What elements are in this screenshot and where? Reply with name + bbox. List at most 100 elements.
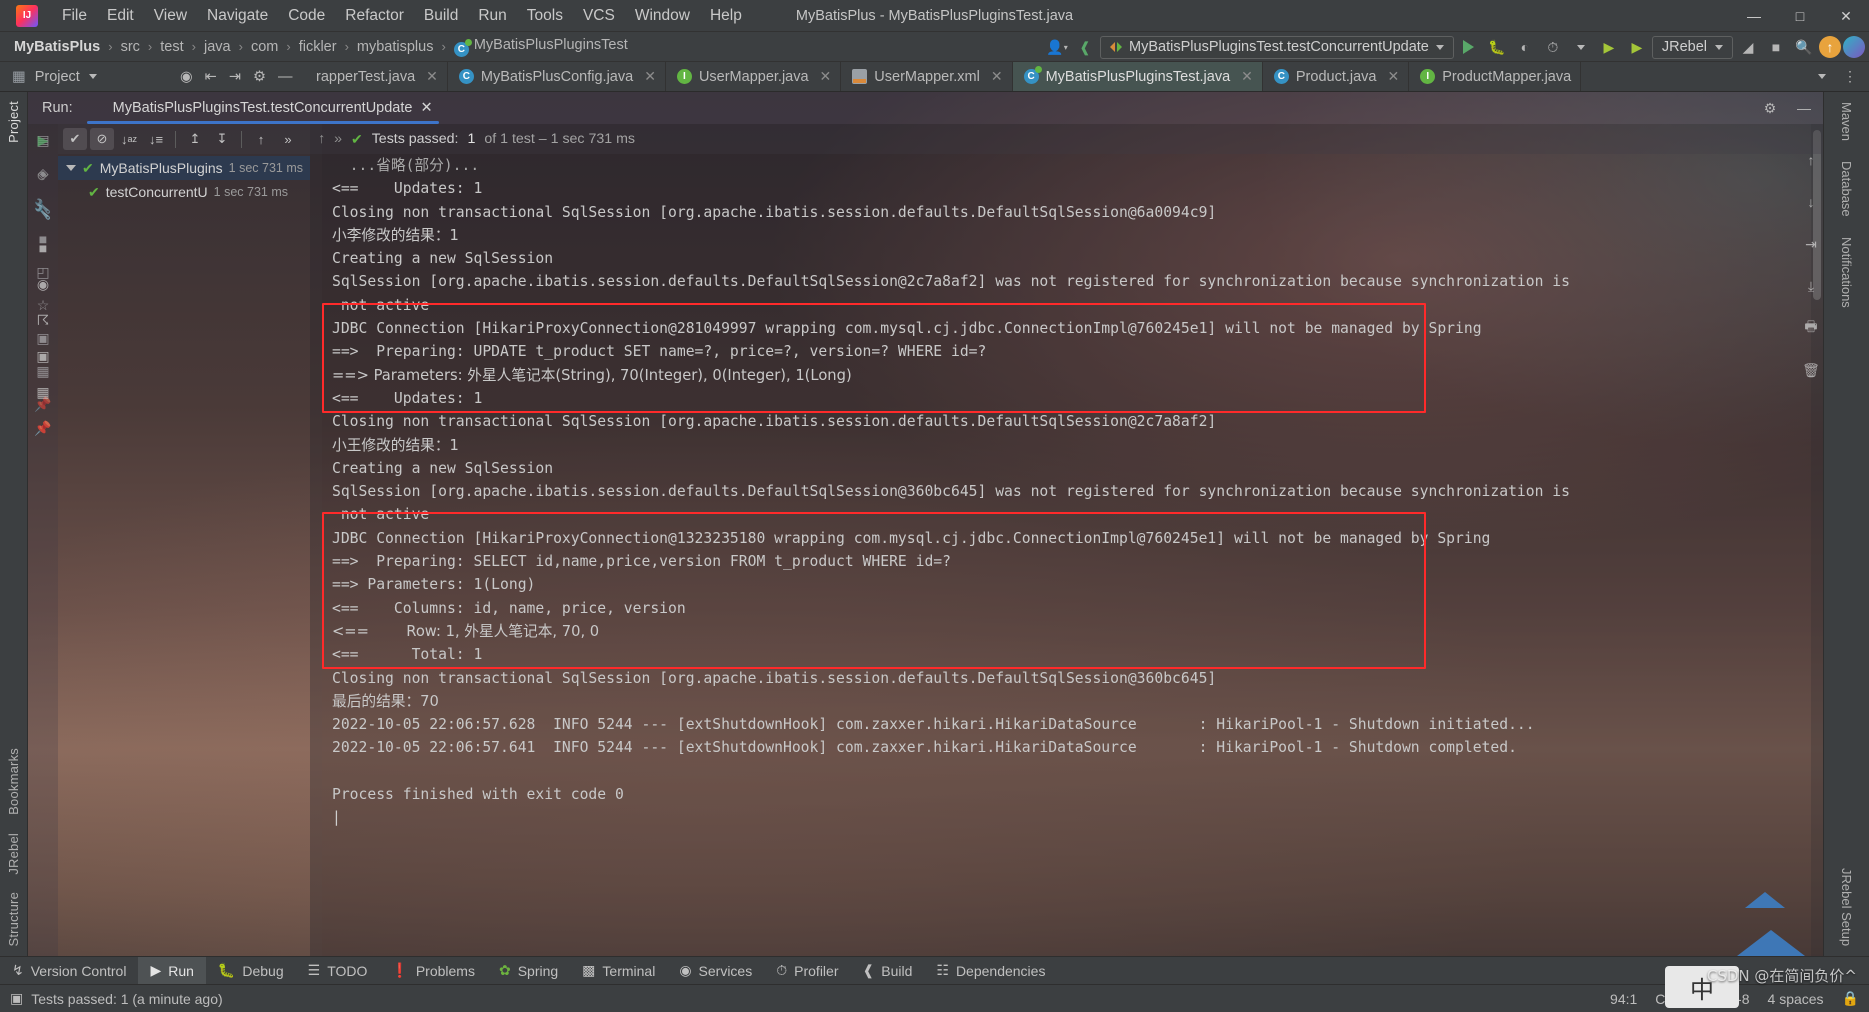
menu-run[interactable]: Run xyxy=(468,3,516,29)
scroll-up-icon[interactable]: ↑ xyxy=(318,131,325,147)
breadcrumb-com[interactable]: com xyxy=(248,37,281,57)
breadcrumb-src[interactable]: src xyxy=(118,37,143,57)
jrebel-toggle-icon[interactable]: ◢ xyxy=(1735,34,1761,60)
sidebar-item-database[interactable]: Database xyxy=(1839,151,1854,227)
editor-tab-productmapper[interactable]: I ProductMapper.java xyxy=(1409,62,1582,91)
menu-refactor[interactable]: Refactor xyxy=(335,3,414,29)
run-tab-testconcurrentupdate[interactable]: MyBatisPlusPluginsTest.testConcurrentUpd… xyxy=(83,92,443,124)
tool-button-dependencies[interactable]: ☷ Dependencies xyxy=(924,957,1057,985)
run-icon[interactable] xyxy=(1456,34,1482,60)
close-button[interactable]: ✕ xyxy=(1823,0,1869,32)
menu-edit[interactable]: Edit xyxy=(97,3,144,29)
more-options-icon[interactable]: ⋮ xyxy=(1837,64,1863,90)
back-arrow-icon[interactable]: ❰ xyxy=(1072,34,1098,60)
sidebar-item-structure[interactable]: Structure xyxy=(6,883,21,956)
scroll-up-icon[interactable]: ↑ xyxy=(1801,150,1821,170)
chevron-down-icon[interactable] xyxy=(1568,34,1594,60)
menu-code[interactable]: Code xyxy=(278,3,335,29)
expand-all-icon[interactable]: ↥ xyxy=(183,128,207,150)
menu-view[interactable]: View xyxy=(144,3,197,29)
gear-icon[interactable]: ⚙ xyxy=(253,69,266,85)
menu-help[interactable]: Help xyxy=(700,3,752,29)
plugin-icon[interactable] xyxy=(1843,36,1865,58)
menu-tools[interactable]: Tools xyxy=(517,3,573,29)
editor-tab-usermapper-java[interactable]: I UserMapper.java ✕ xyxy=(666,62,842,91)
tool-button-todo[interactable]: ☰ TODO xyxy=(296,957,380,985)
scroll-down-icon[interactable]: » xyxy=(334,131,342,147)
close-icon[interactable]: ✕ xyxy=(644,68,656,85)
chevron-down-icon[interactable] xyxy=(88,74,97,79)
sidebar-item-bookmarks[interactable]: Bookmarks xyxy=(6,739,21,824)
expand-all-icon[interactable]: ⇤ xyxy=(205,69,217,85)
breadcrumb-java[interactable]: java xyxy=(201,37,234,57)
collapse-all-icon[interactable]: ↧ xyxy=(210,128,234,150)
close-icon[interactable]: ✕ xyxy=(991,68,1003,85)
soft-wrap-icon[interactable]: ⇥ xyxy=(1801,234,1821,254)
collapse-all-icon[interactable]: ⇥ xyxy=(229,69,241,85)
coverage-icon[interactable]: ◐ xyxy=(1512,34,1538,60)
indent-setting[interactable]: 4 spaces xyxy=(1768,991,1824,1007)
breadcrumb-class[interactable]: C MyBatisPlusPluginsTest xyxy=(451,35,631,59)
close-icon[interactable]: ✕ xyxy=(820,68,832,85)
layout-icon[interactable]: ▣ xyxy=(33,346,53,366)
breadcrumb-project[interactable]: MyBatisPlus xyxy=(0,37,103,57)
menu-window[interactable]: Window xyxy=(625,3,700,29)
hide-icon[interactable]: — xyxy=(1791,95,1817,121)
rerun-failed-icon[interactable]: ⟳ xyxy=(33,166,53,186)
minimize-button[interactable]: — xyxy=(1731,0,1777,32)
debug-icon[interactable]: 🐛 xyxy=(1484,34,1510,60)
sidebar-item-notifications[interactable]: Notifications xyxy=(1839,227,1854,318)
trash-icon[interactable]: 🗑 xyxy=(1801,360,1821,380)
maximize-button[interactable]: □ xyxy=(1777,0,1823,32)
tool-button-problems[interactable]: ❗ Problems xyxy=(379,957,487,985)
menu-file[interactable]: File xyxy=(52,3,97,29)
show-ignored-icon[interactable]: ⊘ xyxy=(90,128,114,150)
tab-list-icon[interactable] xyxy=(1809,64,1835,90)
tool-button-debug[interactable]: 🐛 Debug xyxy=(206,957,296,985)
editor-tab-usermapper-xml[interactable]: UserMapper.xml ✕ xyxy=(841,62,1013,91)
close-icon[interactable]: ✕ xyxy=(1387,68,1399,85)
tool-button-build[interactable]: ❰ Build xyxy=(851,957,925,985)
camera-icon[interactable]: ◉ xyxy=(33,274,53,294)
search-everywhere-icon[interactable]: 🔍 xyxy=(1791,34,1817,60)
user-settings-icon[interactable]: 👤 ▾ xyxy=(1044,34,1070,60)
sidebar-item-jrebel-setup[interactable]: JRebel Setup xyxy=(1839,858,1854,956)
tool-button-services[interactable]: ◉ Services xyxy=(667,957,764,985)
menu-build[interactable]: Build xyxy=(414,3,468,29)
gear-icon[interactable]: ⚙ xyxy=(1757,95,1783,121)
editor-tab-mybatisplusplugins-test[interactable]: C MyBatisPlusPluginsTest.java ✕ xyxy=(1012,62,1263,91)
locate-icon[interactable]: ◉ xyxy=(180,69,193,85)
sidebar-item-project[interactable]: Project xyxy=(6,92,21,152)
rerun-icon[interactable]: ▶ xyxy=(33,130,53,150)
close-icon[interactable]: ✕ xyxy=(420,100,432,116)
jrebel-selector[interactable]: JRebel xyxy=(1651,35,1733,59)
menu-navigate[interactable]: Navigate xyxy=(197,3,278,29)
tests-tree-root-node[interactable]: ✔ MyBatisPlusPlugins 1 sec 731 ms xyxy=(58,156,310,180)
editor-tab-mybatisplusconfig[interactable]: C MyBatisPlusConfig.java ✕ xyxy=(448,62,666,91)
tool-button-run[interactable]: ▶ Run xyxy=(138,956,206,985)
prev-failed-icon[interactable]: ↑ xyxy=(249,128,273,150)
build-wrench-icon[interactable]: 🔧 xyxy=(33,202,53,222)
profiler-icon[interactable]: ⏱ xyxy=(1540,34,1566,60)
filter-icon[interactable]: ☈ xyxy=(33,310,53,330)
print-icon[interactable]: 🖶 xyxy=(1801,318,1821,338)
editor-tab-product[interactable]: C Product.java ✕ xyxy=(1263,62,1410,91)
breadcrumb-mybatisplus[interactable]: mybatisplus xyxy=(354,37,437,57)
sidebar-item-jrebel[interactable]: JRebel xyxy=(6,824,21,884)
lock-icon[interactable]: 🔒 xyxy=(1842,990,1859,1007)
sidebar-item-maven[interactable]: Maven xyxy=(1839,92,1854,151)
show-passed-icon[interactable]: ✔ xyxy=(63,128,87,150)
tool-button-terminal[interactable]: ▩ Terminal xyxy=(570,957,667,985)
run-configuration-selector[interactable]: MyBatisPlusPluginsTest.testConcurrentUpd… xyxy=(1100,35,1454,59)
tool-button-spring[interactable]: ✿ Spring xyxy=(487,957,570,985)
scroll-down-icon[interactable]: ↓ xyxy=(1801,192,1821,212)
update-icon[interactable]: ↑ xyxy=(1819,36,1841,58)
breadcrumb-test[interactable]: test xyxy=(157,37,186,57)
jrebel-debug-icon[interactable]: ▶ xyxy=(1624,34,1650,60)
close-icon[interactable]: ✕ xyxy=(426,68,438,85)
editor-tab-wrapper-test[interactable]: rapperTest.java ✕ xyxy=(305,62,448,91)
menu-vcs[interactable]: VCS xyxy=(573,3,625,29)
tests-tree-child-node[interactable]: ✔ testConcurrentU 1 sec 731 ms xyxy=(58,180,310,204)
sort-by-duration-icon[interactable]: ↓≡ xyxy=(144,128,168,150)
console-output[interactable]: ...省略(部分)... <== Updates: 1 Closing non … xyxy=(322,124,1823,956)
